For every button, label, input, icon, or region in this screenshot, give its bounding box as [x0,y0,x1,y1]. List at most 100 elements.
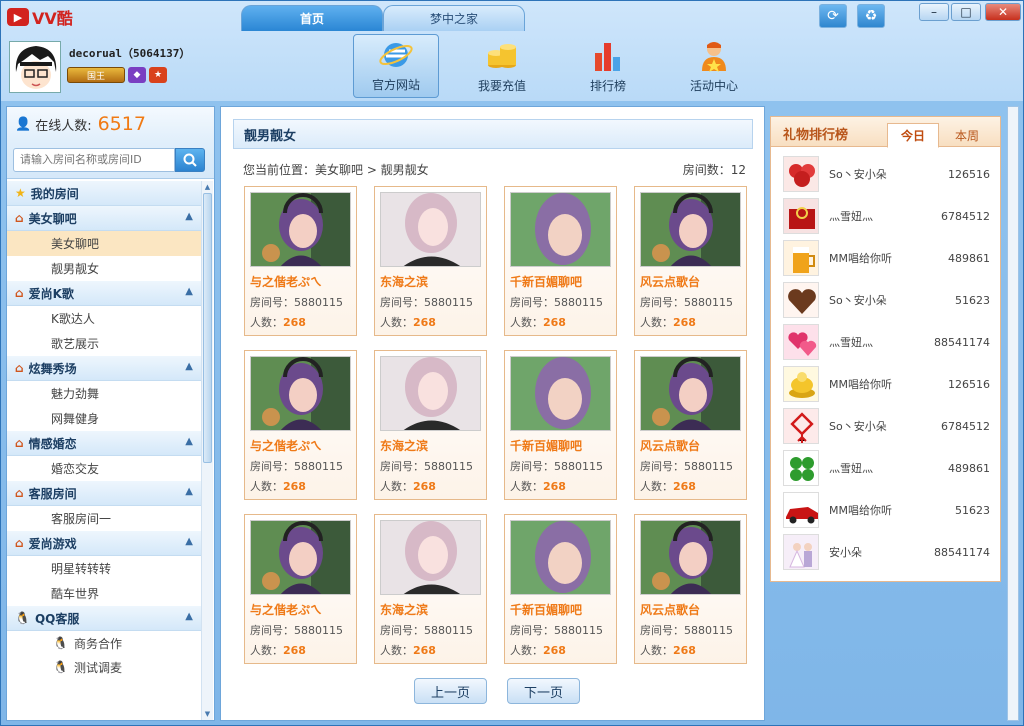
room-thumbnail[interactable] [640,520,741,595]
nav-recharge[interactable]: 我要充值 [459,34,545,98]
group-service[interactable]: ⌂ 客服房间 ▲ [7,481,201,506]
sidebar-item-my-room[interactable]: ★ 我的房间 [7,181,201,206]
nav-activity-center[interactable]: 活动中心 [671,34,757,98]
sidebar-item-star-spin[interactable]: 明星转转转 [7,556,201,581]
gift-rank-row[interactable]: 安小朵 88541174 [771,531,1000,573]
refresh-button[interactable]: ⟳ [819,4,847,28]
sidebar-item-dance[interactable]: 魅力劲舞 [7,381,201,406]
sidebar-item-beauty-chat[interactable]: 美女聊吧 [7,231,201,256]
scroll-up-icon[interactable]: ▲ [203,182,212,192]
tab-dream-home[interactable]: 梦中之家 [383,5,525,31]
gift-rank-row[interactable]: So丶安小朵 51623 [771,279,1000,321]
recycle-icon: ♻ [864,8,878,24]
search-button[interactable] [175,147,205,172]
maximize-button[interactable]: □ [951,3,981,21]
room-card[interactable]: 风云点歌台 房间号：5880115 人数：268 [634,186,747,336]
room-card[interactable]: 东海之滨 房间号：5880115 人数：268 [374,186,487,336]
room-thumbnail[interactable] [510,192,611,267]
scroll-down-icon[interactable]: ▼ [203,709,212,719]
room-card[interactable]: 风云点歌台 房间号：5880115 人数：268 [634,350,747,500]
gift-rank-row[interactable]: So丶安小朵 126516 [771,153,1000,195]
room-name: 东海之滨 [380,275,429,289]
recycle-button[interactable]: ♻ [857,4,885,28]
penguin-icon: 🐧 [53,636,68,650]
home-icon: ⌂ [15,211,24,225]
hearts-icon [783,324,819,360]
qq-item-label: 测试调麦 [73,660,122,675]
room-id: 房间号：5880115 [510,460,603,473]
sidebar-scrollbar[interactable]: ▲ ▼ [201,181,213,720]
room-thumbnail[interactable] [250,520,351,595]
sidebar-item-fitness[interactable]: 网舞健身 [7,406,201,431]
room-card[interactable]: 东海之滨 房间号：5880115 人数：268 [374,350,487,500]
room-card[interactable]: 千新百媚聊吧 房间号：5880115 人数：268 [504,514,617,664]
room-people: 人数：268 [380,644,436,657]
group-romance[interactable]: ⌂ 情感婚恋 ▲ [7,431,201,456]
room-thumbnail[interactable] [510,356,611,431]
group-dance[interactable]: ⌂ 炫舞秀场 ▲ [7,356,201,381]
next-page-button[interactable]: 下一页 [507,678,580,704]
nav-ranking[interactable]: 排行榜 [565,34,651,98]
room-people: 人数：268 [640,644,696,657]
content-scrollbar[interactable] [1007,106,1019,721]
room-thumbnail[interactable] [380,356,481,431]
room-card[interactable]: 风云点歌台 房间号：5880115 人数：268 [634,514,747,664]
gift-value: 88541174 [934,335,990,349]
online-number: 6517 [97,113,146,135]
room-thumbnail[interactable] [640,356,741,431]
room-thumbnail[interactable] [250,356,351,431]
room-thumbnail[interactable] [380,192,481,267]
maximize-icon: □ [960,5,972,19]
group-label: 我的房间 [30,186,79,201]
room-thumbnail[interactable] [250,192,351,267]
tab-home[interactable]: 首页 [241,5,383,31]
penguin-icon: 🐧 [15,611,30,625]
room-card[interactable]: 千新百媚聊吧 房间号：5880115 人数：268 [504,350,617,500]
close-button[interactable]: ✕ [985,3,1021,21]
gift-rank-row[interactable]: 灬雪妞灬 6784512 [771,195,1000,237]
tab-week[interactable]: 本周 [941,123,993,148]
room-card[interactable]: 与之偕老ぷㄟ 房间号：5880115 人数：268 [244,514,357,664]
group-beauty-chat[interactable]: ⌂ 美女聊吧 ▲ [7,206,201,231]
group-label: 客服房间 [28,486,77,501]
gift-rank-row[interactable]: MM唱给你听 126516 [771,363,1000,405]
gift-rank-row[interactable]: MM唱给你听 51623 [771,489,1000,531]
group-qq-service[interactable]: 🐧 QQ客服 ▲ [7,606,201,631]
sidebar-item-handsome[interactable]: 靓男靓女 [7,256,201,281]
scrollbar-thumb[interactable] [203,193,212,463]
sidebar-item-car-world[interactable]: 酷车世界 [7,581,201,606]
gift-rank-row[interactable]: So丶安小朵 6784512 [771,405,1000,447]
sidebar-item-song-show[interactable]: 歌艺展示 [7,331,201,356]
sidebar-item-service-room[interactable]: 客服房间一 [7,506,201,531]
group-games[interactable]: ⌂ 爱尚游戏 ▲ [7,531,201,556]
gift-rank-row[interactable]: 灬雪妞灬 88541174 [771,321,1000,363]
room-card[interactable]: 与之偕老ぷㄟ 房间号：5880115 人数：268 [244,186,357,336]
qq-item-mic-test[interactable]: 🐧 测试调麦 [7,655,201,679]
room-card[interactable]: 东海之滨 房间号：5880115 人数：268 [374,514,487,664]
avatar[interactable] [9,41,61,93]
room-card[interactable]: 千新百媚聊吧 房间号：5880115 人数：268 [504,186,617,336]
room-thumbnail[interactable] [640,192,741,267]
minimize-button[interactable]: – [919,3,949,21]
king-badge[interactable]: 国王 [67,67,125,83]
app-logo: ▶ VV酷 [7,5,73,29]
qq-item-business[interactable]: 🐧 商务合作 [7,631,201,655]
sidebar-item-dating[interactable]: 婚恋交友 [7,456,201,481]
breadcrumb: 您当前位置：美女聊吧 > 靓男靓女 [243,163,429,177]
tab-today[interactable]: 今日 [887,123,939,148]
gift-ranking-header: 礼物排行榜 今日 本周 [771,117,1000,148]
room-name: 风云点歌台 [640,439,701,453]
nav-official-site[interactable]: 官方网站 [353,34,439,98]
sidebar-item-k-master[interactable]: K歌达人 [7,306,201,331]
gift-rank-row[interactable]: MM唱给你听 489861 [771,237,1000,279]
room-name: 千新百媚聊吧 [510,439,583,453]
group-karaoke[interactable]: ⌂ 爱尚K歌 ▲ [7,281,201,306]
gift-sender-name: So丶安小朵 [829,294,887,307]
prev-page-button[interactable]: 上一页 [414,678,487,704]
room-thumbnail[interactable] [510,520,611,595]
room-people: 人数：268 [510,644,566,657]
search-input[interactable] [13,147,175,172]
gift-rank-row[interactable]: 灬雪妞灬 489861 [771,447,1000,489]
room-card[interactable]: 与之偕老ぷㄟ 房间号：5880115 人数：268 [244,350,357,500]
room-thumbnail[interactable] [380,520,481,595]
